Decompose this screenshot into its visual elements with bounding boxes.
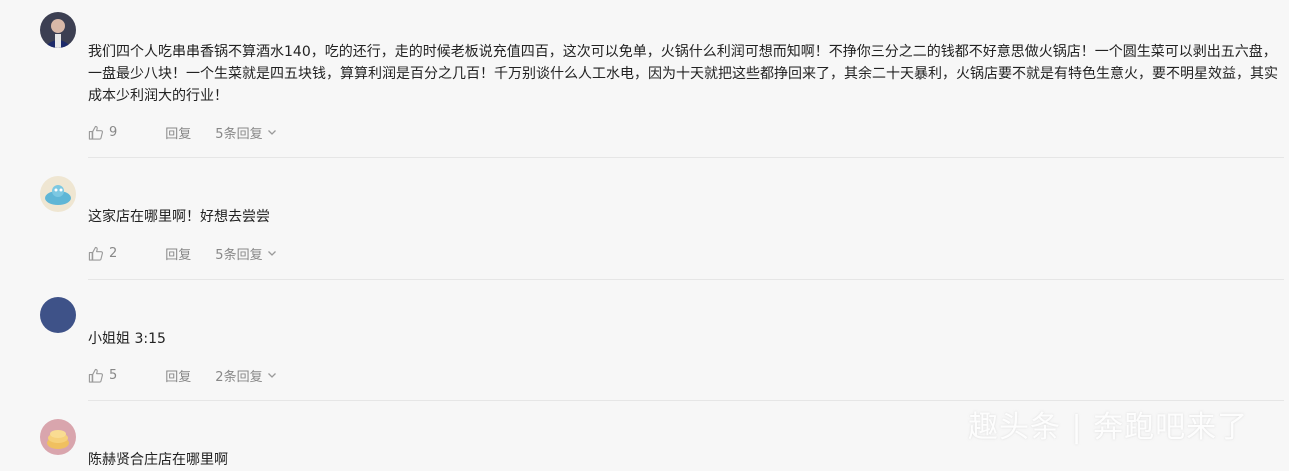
reply-button[interactable]: 回复: [165, 366, 191, 385]
divider: [88, 157, 1284, 158]
replies-count-label: 5条回复: [215, 126, 263, 142]
comment-text: 我们四个人吃串串香锅不算酒水140，吃的还行，走的时候老板说充值四百，这次可以免…: [88, 44, 1278, 104]
comment-actions: 9 回复 5条回复: [88, 122, 277, 142]
view-replies-button[interactable]: 2条回复: [215, 366, 276, 385]
thumbs-up-icon: [88, 125, 103, 140]
thumbs-up-icon: [88, 368, 103, 383]
like-button[interactable]: 5: [88, 368, 117, 383]
avatar[interactable]: [40, 12, 76, 48]
avatar[interactable]: [40, 176, 76, 212]
comment-actions: 2 回复 5条回复: [88, 243, 277, 263]
avatar[interactable]: [40, 419, 76, 455]
like-count: 2: [109, 245, 118, 261]
chevron-down-icon: [267, 251, 276, 256]
avatar[interactable]: [40, 297, 76, 333]
divider: [88, 400, 1284, 401]
like-count: 9: [109, 124, 118, 140]
divider: [88, 279, 1284, 280]
comment-actions: 5 回复 2条回复: [88, 365, 277, 385]
reply-button[interactable]: 回复: [165, 123, 191, 142]
comment-text: 这家店在哪里啊！好想去尝尝: [88, 209, 270, 225]
view-replies-button[interactable]: 5条回复: [215, 244, 276, 263]
like-button[interactable]: 9: [88, 125, 117, 140]
like-count: 5: [109, 367, 118, 383]
view-replies-button[interactable]: 5条回复: [215, 123, 276, 142]
replies-count-label: 2条回复: [215, 369, 263, 385]
comment-text: 小姐姐 3:15: [88, 331, 166, 347]
like-button[interactable]: 2: [88, 246, 117, 261]
watermark: 趣头条 | 奔跑吧来了: [968, 410, 1249, 445]
thumbs-up-icon: [88, 246, 103, 261]
chevron-down-icon: [267, 373, 276, 378]
reply-button[interactable]: 回复: [165, 244, 191, 263]
comment-text: 陈赫贤合庄店在哪里啊: [88, 452, 228, 468]
replies-count-label: 5条回复: [215, 247, 263, 263]
chevron-down-icon: [267, 130, 276, 135]
